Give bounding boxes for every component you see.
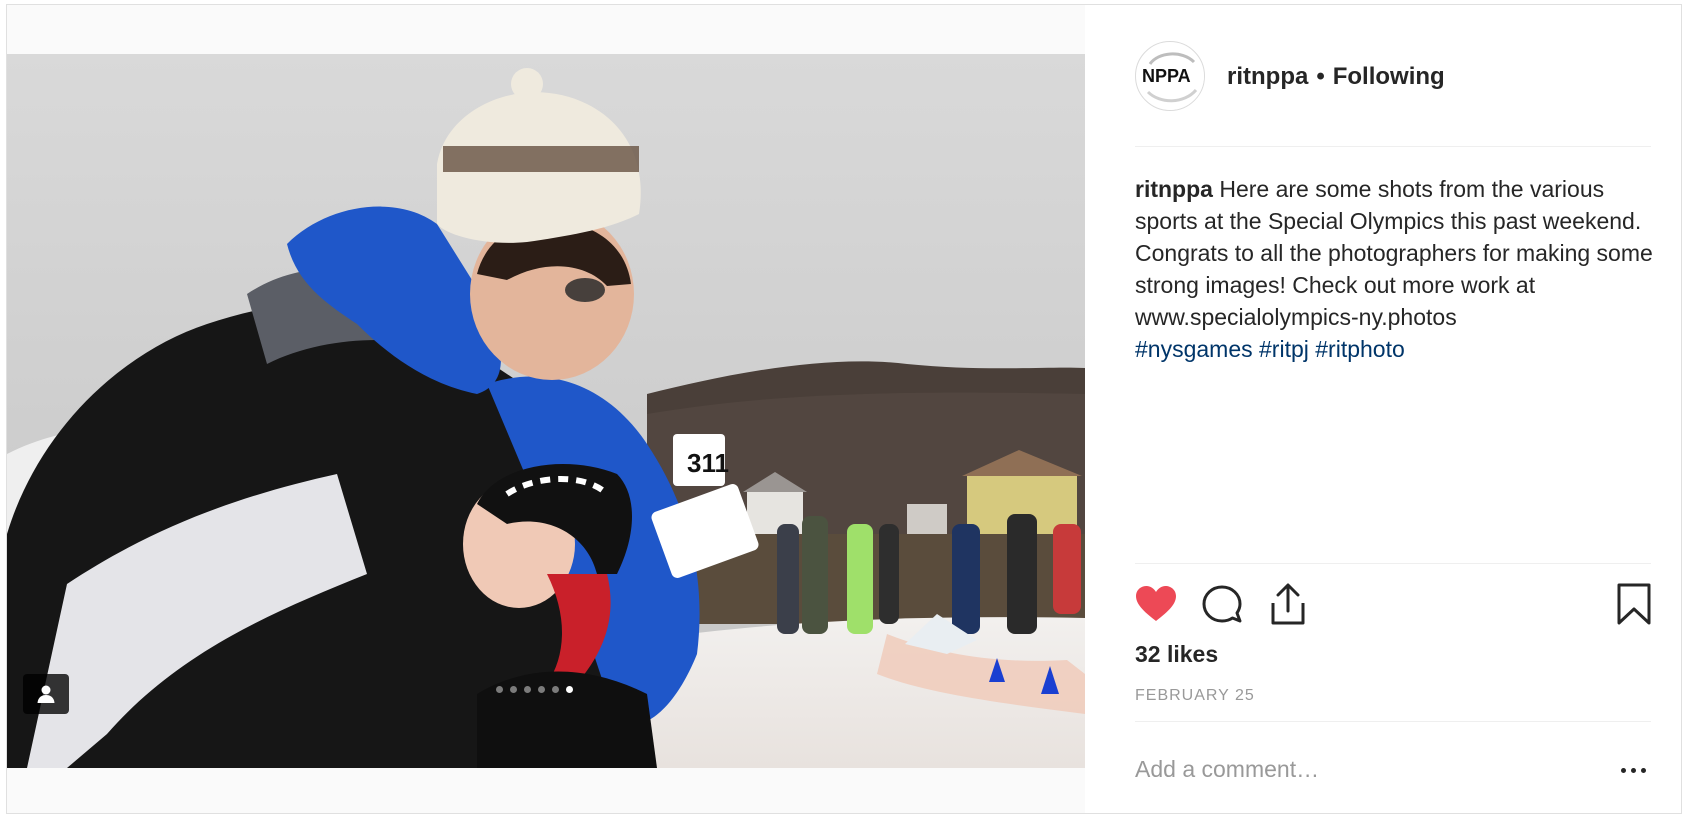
carousel-dot[interactable] [510, 686, 517, 693]
heart-icon [1136, 586, 1176, 621]
post-media: 311 [7, 5, 1085, 813]
bib-number: 311 [687, 448, 729, 478]
share-button[interactable] [1265, 581, 1311, 627]
hashtag-link[interactable]: #nysgames [1135, 336, 1253, 362]
like-button[interactable] [1133, 581, 1179, 627]
post-photo[interactable]: 311 [7, 54, 1085, 768]
like-count[interactable]: 32 likes [1135, 641, 1218, 668]
carousel-dot[interactable] [496, 686, 503, 693]
post-caption: ritnppa Here are some shots from the var… [1135, 173, 1655, 365]
more-options-icon [1630, 767, 1636, 773]
save-button[interactable] [1611, 581, 1657, 627]
post-date[interactable]: FEBRUARY 25 [1135, 687, 1255, 705]
user-tag-button[interactable] [23, 674, 69, 714]
comment-input[interactable] [1135, 756, 1575, 783]
carousel-indicator [496, 686, 573, 693]
carousel-dot[interactable] [538, 686, 545, 693]
comment-icon [1202, 585, 1242, 623]
separator-dot: • [1316, 63, 1325, 90]
action-bar [1135, 581, 1655, 629]
carousel-dot[interactable] [524, 686, 531, 693]
more-options-button[interactable] [1615, 760, 1651, 780]
comment-button[interactable] [1199, 581, 1245, 627]
post-sidebar: NPPA ritnppa • Following ritnppa Here are … [1085, 5, 1681, 813]
nppa-logo: NPPA [1138, 44, 1204, 110]
post-header: NPPA ritnppa • Following [1135, 5, 1651, 147]
post-header-text: ritnppa • Following [1227, 63, 1445, 91]
hashtag-link[interactable]: #ritpj [1259, 336, 1309, 362]
more-options-icon [1640, 767, 1646, 773]
more-options-icon [1620, 767, 1626, 773]
carousel-dot[interactable] [552, 686, 559, 693]
username-link[interactable]: ritnppa [1227, 63, 1308, 90]
comment-section [1135, 721, 1651, 813]
caption-username[interactable]: ritnppa [1135, 176, 1213, 202]
avatar[interactable]: NPPA [1135, 41, 1205, 111]
share-icon [1271, 583, 1305, 625]
user-tag-icon [37, 685, 55, 703]
actions-divider [1135, 563, 1651, 565]
post-frame: 311 NPPA ritnppa • Following ritnppa Her… [6, 4, 1682, 814]
caption-text: Here are some shots from the various spo… [1135, 176, 1653, 330]
carousel-dot-active[interactable] [566, 686, 573, 693]
avatar-text: NPPA [1142, 66, 1191, 86]
photo-illustration: 311 [7, 54, 1085, 768]
bookmark-icon [1617, 583, 1651, 625]
hashtag-link[interactable]: #ritphoto [1315, 336, 1405, 362]
following-button[interactable]: Following [1333, 63, 1445, 90]
